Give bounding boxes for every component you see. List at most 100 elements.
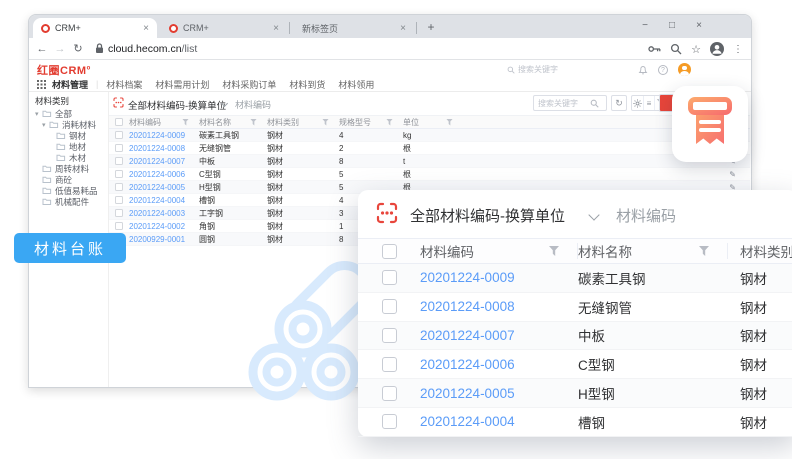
row-checkbox[interactable] [115,157,123,165]
funnel-icon[interactable] [699,246,709,256]
column-header[interactable]: 材料名称 [199,117,267,128]
tab-close-icon[interactable]: × [397,23,409,34]
key-icon[interactable] [648,44,661,54]
row-checkbox[interactable] [382,299,397,314]
column-header[interactable]: 单位 [403,117,463,128]
tree-node-concrete[interactable]: 商砼 [29,174,108,185]
material-code-link[interactable]: 20201224-0009 [420,270,515,285]
table-row[interactable]: 20201224-0006 C型钢 钢材 5 根 ✎ [109,168,750,181]
nav-module-title[interactable]: 材料管理 [52,78,88,91]
material-code-link[interactable]: 20201224-0006 [420,357,515,372]
table-row[interactable]: 20201224-0007 中板 钢材 8 t ✎ [109,155,750,168]
caret-down-icon[interactable]: ▾ [35,110,42,118]
material-code-link[interactable]: 20201224-0007 [129,157,199,166]
tree-node-wood[interactable]: 木材 [29,152,108,163]
material-code-link[interactable]: 20200929-0001 [129,235,199,244]
material-code-link[interactable]: 20201224-0005 [420,386,515,401]
row-checkbox[interactable] [115,170,123,178]
overlay-table-row[interactable]: 20201224-0007 中板 钢材 [358,322,792,351]
tab-close-icon[interactable]: × [270,23,282,34]
column-header[interactable]: 规格型号 [339,117,403,128]
material-code-link[interactable]: 20201224-0007 [420,328,515,343]
select-all-checkbox[interactable] [382,244,397,259]
tree-node-all[interactable]: ▾ 全部 [29,108,108,119]
material-code-link[interactable]: 20201224-0003 [129,209,199,218]
row-checkbox[interactable] [115,196,123,204]
tree-node-steel[interactable]: 钢材 [29,130,108,141]
tree-node-machine-parts[interactable]: 机械配件 [29,196,108,207]
tree-node-consumables[interactable]: ▾ 消耗材料 [29,119,108,130]
material-code-link[interactable]: 20201224-0008 [420,299,515,314]
row-checkbox[interactable] [382,357,397,372]
table-row[interactable]: 20201224-0009 碳素工具钢 钢材 4 kg [109,129,750,142]
window-close-button[interactable]: × [686,15,712,38]
row-checkbox[interactable] [115,144,123,152]
edit-pencil-icon[interactable]: ✎ [729,170,736,179]
funnel-icon[interactable] [549,246,559,256]
window-maximize-button[interactable]: □ [659,15,685,38]
apps-grid-icon[interactable] [37,80,46,89]
settings-gear-button[interactable] [632,96,644,110]
tab-close-icon[interactable]: × [140,23,152,34]
reload-icon[interactable]: ↻ [69,42,87,55]
nav-item-archives[interactable]: 材料档案 [106,78,142,91]
material-code-link[interactable]: 20201224-0004 [420,414,515,429]
nav-item-demand-plan[interactable]: 材料需用计划 [155,78,209,91]
forward-icon[interactable]: → [51,43,69,55]
chrome-menu-icon[interactable]: ⋮ [733,44,743,55]
funnel-icon[interactable] [182,119,189,126]
funnel-icon[interactable] [250,119,257,126]
column-header[interactable]: 材料编码 [129,117,199,128]
tab-crm-active[interactable]: CRM+ × [33,18,157,38]
funnel-icon[interactable] [386,119,393,126]
material-code-link[interactable]: 20201224-0006 [129,170,199,179]
row-checkbox[interactable] [382,328,397,343]
row-checkbox[interactable] [115,131,123,139]
overlay-table-row[interactable]: 20201224-0006 C型钢 钢材 [358,350,792,379]
row-checkbox[interactable] [115,183,123,191]
row-checkbox[interactable] [115,209,123,217]
select-all-checkbox[interactable] [115,118,123,126]
bell-icon[interactable] [638,65,648,75]
search-icon[interactable] [590,99,599,108]
nav-item-requisition[interactable]: 材料领用 [338,78,374,91]
material-code-link[interactable]: 20201224-0008 [129,144,199,153]
user-avatar[interactable] [678,63,691,76]
overlay-filter-field[interactable]: 材料编码 [616,205,676,226]
new-tab-button[interactable]: + [423,20,439,36]
tab-crm-2[interactable]: CRM+ × [161,18,287,38]
overlay-table-row[interactable]: 20201224-0005 H型钢 钢材 [358,379,792,408]
material-code-link[interactable]: 20201224-0009 [129,131,199,140]
funnel-icon[interactable] [446,119,453,126]
list-search-input[interactable] [534,99,590,108]
bookmark-star-icon[interactable]: ☆ [691,43,701,56]
material-code-link[interactable]: 20201224-0005 [129,183,199,192]
column-header[interactable]: 材料名称 [578,243,728,259]
column-list-button[interactable]: ≡ [644,96,656,110]
chevron-down-icon[interactable] [588,209,599,220]
row-checkbox[interactable] [115,222,123,230]
column-header[interactable]: 材料类别 [267,117,339,128]
url-text[interactable]: cloud.hecom.cn/list [108,43,197,55]
profile-avatar[interactable] [710,42,724,56]
refresh-button[interactable]: ↻ [611,95,627,111]
global-search[interactable]: 搜索关键字 [507,64,558,75]
funnel-icon[interactable] [322,119,329,126]
row-checkbox[interactable] [382,414,397,429]
tree-node-low-value-consumables[interactable]: 低值易耗品 [29,185,108,196]
row-checkbox[interactable] [382,386,397,401]
caret-down-icon[interactable]: ▾ [42,121,49,129]
back-icon[interactable]: ← [33,43,51,55]
tree-node-turnover-materials[interactable]: 周转材料 [29,163,108,174]
zoom-icon[interactable] [670,43,682,55]
window-minimize-button[interactable]: − [632,15,658,38]
overlay-table-row[interactable]: 20201224-0008 无缝钢管 钢材 [358,293,792,322]
nav-item-purchase-order[interactable]: 材料采购订单 [222,78,276,91]
material-code-link[interactable]: 20201224-0002 [129,222,199,231]
column-header[interactable]: 材料编码 [420,243,578,259]
table-row[interactable]: 20201224-0008 无缝钢管 钢材 2 根 [109,142,750,155]
tree-node-local-materials[interactable]: 地材 [29,141,108,152]
nav-item-arrival[interactable]: 材料到货 [289,78,325,91]
overlay-table-row[interactable]: 20201224-0009 碳素工具钢 钢材 [358,264,792,293]
material-code-link[interactable]: 20201224-0004 [129,196,199,205]
